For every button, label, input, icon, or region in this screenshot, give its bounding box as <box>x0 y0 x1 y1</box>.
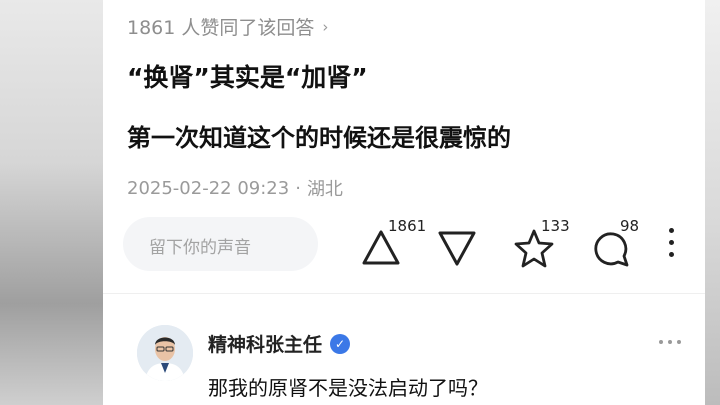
downvote-button[interactable] <box>436 222 481 272</box>
section-divider <box>103 293 705 294</box>
comment-count: 98 <box>620 217 640 235</box>
likes-summary-link[interactable]: 1861 人赞同了该回答 › <box>127 13 328 40</box>
verified-badge-icon: ✓ <box>330 333 351 354</box>
answer-body: 第一次知道这个的时候还是很震惊的 <box>127 124 511 152</box>
favorite-button[interactable]: 133 <box>513 217 573 272</box>
more-horizontal-icon[interactable] <box>659 340 686 344</box>
background-blur-right <box>705 0 720 405</box>
avatar-image <box>137 325 193 381</box>
avatar[interactable] <box>137 325 193 381</box>
comment-input-placeholder: 留下你的声音 <box>149 238 251 258</box>
meta-separator: · <box>295 177 301 199</box>
answer-title: “换肾”其实是“加肾” <box>127 63 368 92</box>
background-blur-left <box>0 0 103 405</box>
downvote-triangle-icon <box>438 231 476 266</box>
favorite-count: 133 <box>541 217 570 235</box>
upvote-button[interactable]: 1861 <box>358 217 433 272</box>
reply-text: 那我的原肾不是没法启动了吗？ <box>208 376 488 400</box>
reply-username[interactable]: 精神科张主任 <box>208 330 322 357</box>
chevron-right-icon: › <box>322 17 329 36</box>
reply-username-row: 精神科张主任 ✓ <box>208 330 351 357</box>
answer-timestamp: 2025-02-22 09:23 <box>127 177 290 199</box>
upvote-count: 1861 <box>388 217 427 235</box>
likes-summary-text: 1861 人赞同了该回答 <box>127 17 315 39</box>
answer-meta: 2025-02-22 09:23 · 湖北 <box>127 175 343 201</box>
answer-card: 1861 人赞同了该回答 › “换肾”其实是“加肾” 第一次知道这个的时候还是很… <box>103 0 705 405</box>
comment-button[interactable]: 98 <box>590 217 645 272</box>
comment-input[interactable]: 留下你的声音 <box>123 217 318 271</box>
answer-location: 湖北 <box>306 179 343 200</box>
more-vertical-icon[interactable] <box>669 228 675 264</box>
